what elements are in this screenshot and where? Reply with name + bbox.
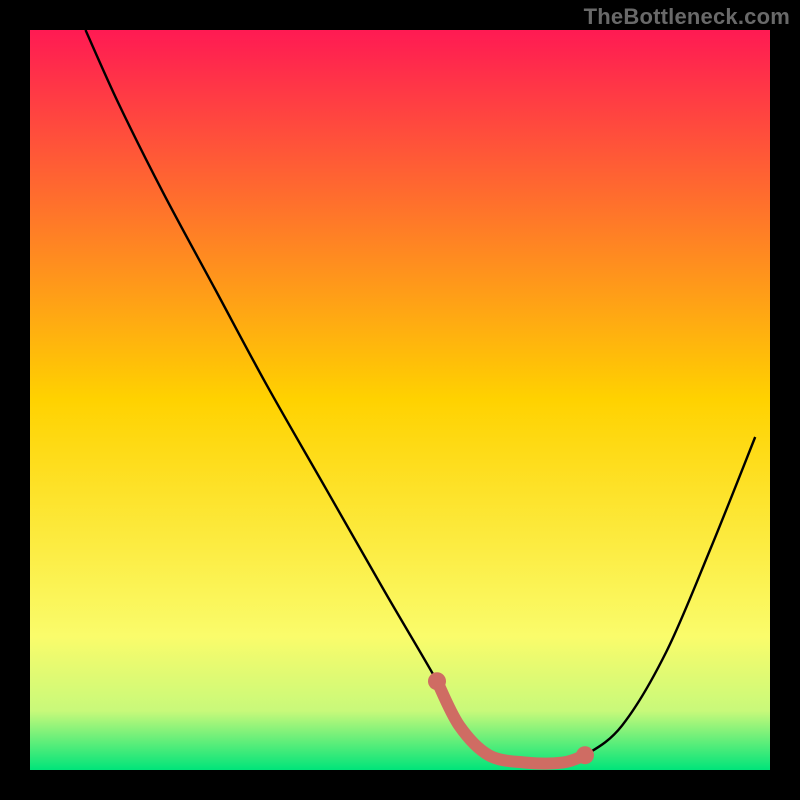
attribution-label: TheBottleneck.com [584, 4, 790, 30]
bottleneck-chart [30, 30, 770, 770]
plot-background [30, 30, 770, 770]
chart-stage: TheBottleneck.com [0, 0, 800, 800]
